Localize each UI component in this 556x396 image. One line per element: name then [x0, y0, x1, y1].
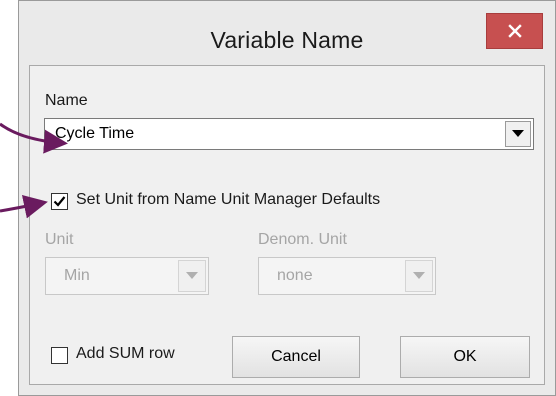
title-bar[interactable]: Variable Name: [19, 1, 555, 65]
add-sum-row-checkbox[interactable]: [51, 347, 68, 364]
name-combobox[interactable]: Cycle Time: [44, 118, 534, 150]
screenshot-stage: Variable Name Name Cycle Time Set Unit f…: [0, 0, 556, 396]
name-dropdown-button[interactable]: [505, 121, 531, 147]
dialog-content: Name Cycle Time Set Unit from Name Unit …: [29, 65, 545, 385]
denom-unit-combobox[interactable]: none: [258, 257, 436, 295]
denom-unit-value: none: [277, 267, 313, 284]
chevron-down-icon: [413, 272, 425, 279]
chevron-down-icon: [186, 272, 198, 279]
close-button[interactable]: [486, 13, 543, 49]
unit-value: Min: [64, 267, 90, 284]
name-value: Cycle Time: [55, 125, 135, 142]
denom-unit-dropdown-button[interactable]: [405, 260, 433, 292]
set-unit-checkbox[interactable]: [51, 193, 68, 210]
close-icon: [507, 24, 522, 38]
unit-dropdown-button[interactable]: [178, 260, 206, 292]
add-sum-row-label[interactable]: Add SUM row: [76, 345, 175, 363]
denom-unit-label: Denom. Unit: [258, 231, 347, 248]
unit-combobox[interactable]: Min: [45, 257, 209, 295]
unit-label: Unit: [45, 231, 74, 248]
checkmark-icon: [53, 196, 66, 207]
name-label: Name: [45, 92, 88, 109]
chevron-down-icon: [512, 130, 524, 137]
set-unit-label[interactable]: Set Unit from Name Unit Manager Defaults: [76, 191, 380, 209]
ok-button[interactable]: OK: [400, 336, 530, 378]
variable-name-dialog: Variable Name Name Cycle Time Set Unit f…: [18, 0, 556, 396]
cancel-button[interactable]: Cancel: [232, 336, 360, 378]
dialog-title: Variable Name: [210, 27, 364, 53]
